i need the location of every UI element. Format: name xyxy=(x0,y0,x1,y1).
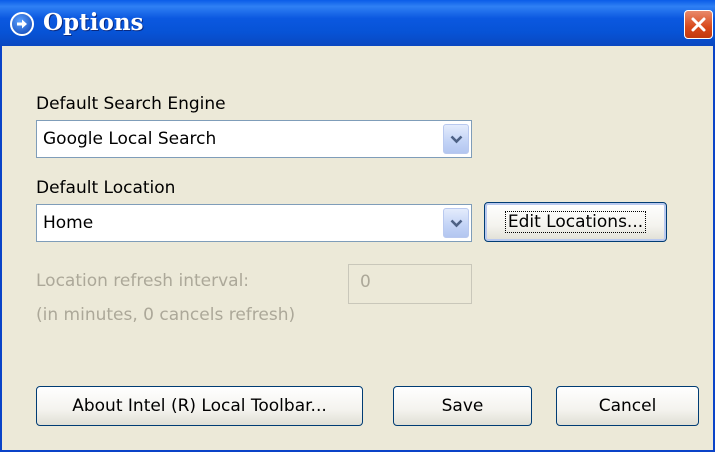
location-value: Home xyxy=(43,213,94,233)
search-engine-dropdown-button[interactable] xyxy=(443,124,469,154)
cancel-button[interactable]: Cancel xyxy=(556,386,699,426)
edit-locations-label: Edit Locations... xyxy=(504,211,647,233)
search-engine-select[interactable]: Google Local Search xyxy=(36,120,472,158)
search-engine-label: Default Search Engine xyxy=(36,94,226,114)
search-engine-value: Google Local Search xyxy=(43,129,217,149)
close-x-icon xyxy=(691,17,706,32)
options-dialog: Options Default Search Engine Google Loc… xyxy=(0,0,715,452)
location-label: Default Location xyxy=(36,178,176,198)
window-title: Options xyxy=(43,9,144,36)
refresh-interval-label: Location refresh interval: xyxy=(36,271,250,291)
chevron-down-icon xyxy=(450,219,463,228)
about-button[interactable]: About Intel (R) Local Toolbar... xyxy=(36,386,363,426)
chevron-down-icon xyxy=(450,135,463,144)
close-button[interactable] xyxy=(684,10,713,39)
save-button[interactable]: Save xyxy=(393,386,532,426)
refresh-interval-input[interactable]: 0 xyxy=(348,264,472,304)
title-bar[interactable]: Options xyxy=(0,0,715,46)
edit-locations-button[interactable]: Edit Locations... xyxy=(484,202,667,242)
location-select[interactable]: Home xyxy=(36,204,472,242)
location-dropdown-button[interactable] xyxy=(443,208,469,238)
arrow-right-circle-icon xyxy=(10,12,34,36)
refresh-interval-hint: (in minutes, 0 cancels refresh) xyxy=(36,305,296,325)
refresh-interval-value: 0 xyxy=(360,272,371,292)
